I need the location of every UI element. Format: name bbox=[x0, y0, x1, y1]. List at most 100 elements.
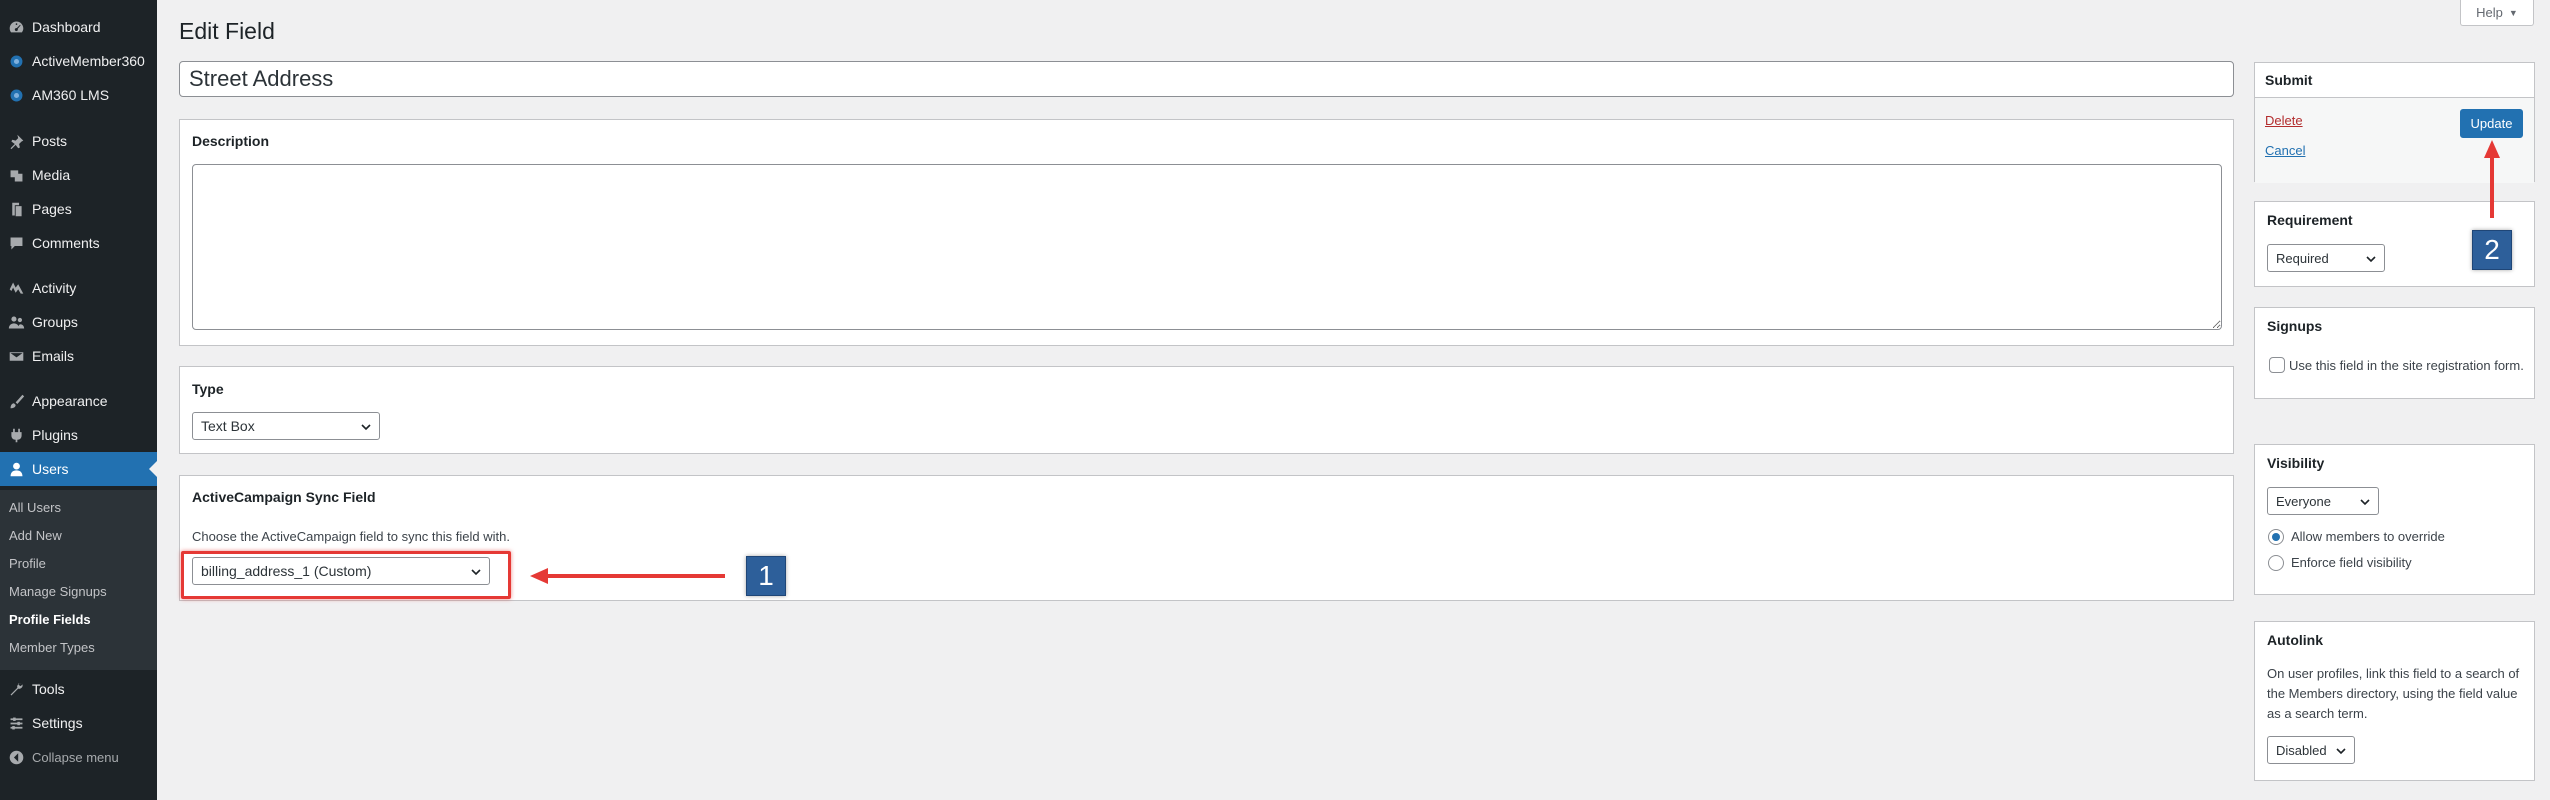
description-title: Description bbox=[192, 133, 270, 149]
field-name-input[interactable] bbox=[179, 61, 2234, 97]
sidebar-item-label: ActiveMember360 bbox=[32, 53, 145, 69]
sidebar-item-settings[interactable]: Settings bbox=[0, 706, 157, 740]
sidebar-item-label: Users bbox=[32, 461, 69, 477]
autolink-value: Disabled bbox=[2276, 742, 2327, 758]
sidebar-item-dashboard[interactable]: Dashboard bbox=[0, 10, 157, 44]
page-title: Edit Field bbox=[179, 18, 275, 44]
field-type-value: Text Box bbox=[201, 418, 255, 434]
email-icon bbox=[0, 348, 32, 365]
submenu-item-manage-signups[interactable]: Manage Signups bbox=[9, 584, 107, 599]
sidebar-item-tools[interactable]: Tools bbox=[0, 672, 157, 706]
pin-icon bbox=[0, 133, 32, 150]
sidebar-item-users[interactable]: Users bbox=[0, 452, 157, 486]
sidebar-item-label: Tools bbox=[32, 681, 65, 697]
visibility-box: Visibility Everyone Allow members to ove… bbox=[2254, 444, 2535, 595]
sidebar-item-groups[interactable]: Groups bbox=[0, 305, 157, 339]
annotation-callout-1: 1 bbox=[746, 556, 786, 596]
sidebar-item-label: Plugins bbox=[32, 427, 78, 443]
annotation-highlight-box bbox=[181, 551, 511, 599]
chevron-down-icon bbox=[2336, 748, 2346, 755]
description-textarea[interactable] bbox=[192, 164, 2222, 330]
registration-checkbox-label: Use this field in the site registration … bbox=[2289, 358, 2524, 373]
user-icon bbox=[0, 461, 32, 478]
sidebar-item-label: Comments bbox=[32, 235, 100, 251]
submenu-item-add-new[interactable]: Add New bbox=[9, 528, 62, 543]
activecampaign-title: ActiveCampaign Sync Field bbox=[192, 489, 376, 505]
submenu-item-profile-fields[interactable]: Profile Fields bbox=[9, 612, 91, 627]
sidebar-item-label: AM360 LMS bbox=[32, 87, 110, 103]
submit-title: Submit bbox=[2265, 72, 2313, 88]
autolink-select[interactable]: Disabled bbox=[2267, 736, 2355, 764]
visibility-value: Everyone bbox=[2276, 493, 2331, 509]
autolink-box: Autolink On user profiles, link this fie… bbox=[2254, 621, 2535, 781]
collapse-icon bbox=[0, 749, 32, 766]
activity-icon bbox=[0, 280, 32, 297]
type-title: Type bbox=[192, 381, 224, 397]
chevron-down-icon bbox=[361, 424, 371, 431]
update-button[interactable]: Update bbox=[2460, 109, 2523, 138]
description-box: Description bbox=[179, 119, 2234, 346]
sidebar-item-media[interactable]: Media bbox=[0, 158, 157, 192]
enforce-visibility-radio[interactable] bbox=[2268, 555, 2284, 571]
visibility-title: Visibility bbox=[2267, 455, 2325, 471]
sidebar-item-plugins[interactable]: Plugins bbox=[0, 418, 157, 452]
submenu-item-all-users[interactable]: All Users bbox=[9, 500, 61, 515]
field-type-select[interactable]: Text Box bbox=[192, 412, 380, 440]
comment-icon bbox=[0, 235, 32, 252]
lms-icon bbox=[0, 87, 32, 104]
sidebar-item-label: Groups bbox=[32, 314, 78, 330]
sidebar-item-activemember360[interactable]: ActiveMember360 bbox=[0, 44, 157, 78]
collapse-menu-button[interactable]: Collapse menu bbox=[0, 740, 157, 774]
sidebar-item-appearance[interactable]: Appearance bbox=[0, 384, 157, 418]
autolink-title: Autolink bbox=[2267, 632, 2323, 648]
brush-icon bbox=[0, 393, 32, 410]
sidebar-item-am360-lms[interactable]: AM360 LMS bbox=[0, 78, 157, 112]
activemember-icon bbox=[0, 53, 32, 70]
settings-icon bbox=[0, 715, 32, 732]
plugin-icon bbox=[0, 427, 32, 444]
activecampaign-help: Choose the ActiveCampaign field to sync … bbox=[192, 529, 510, 544]
sidebar-item-label: Media bbox=[32, 167, 71, 183]
sidebar-item-label: Emails bbox=[32, 348, 75, 364]
dashboard-icon bbox=[0, 19, 32, 36]
media-icon bbox=[0, 167, 32, 184]
admin-sidebar: Dashboard ActiveMember360 AM360 LMS Post… bbox=[0, 0, 157, 800]
groups-icon bbox=[0, 314, 32, 331]
allow-override-radio[interactable] bbox=[2268, 529, 2284, 545]
submit-header: Submit bbox=[2255, 63, 2534, 98]
requirement-value: Required bbox=[2276, 250, 2329, 266]
sidebar-item-emails[interactable]: Emails bbox=[0, 339, 157, 373]
pages-icon bbox=[0, 201, 32, 218]
sidebar-item-pages[interactable]: Pages bbox=[0, 192, 157, 226]
sidebar-item-comments[interactable]: Comments bbox=[0, 226, 157, 260]
submenu-item-profile[interactable]: Profile bbox=[9, 556, 46, 571]
type-box: Type Text Box bbox=[179, 366, 2234, 454]
help-tab-button[interactable]: Help ▼ bbox=[2460, 0, 2534, 26]
collapse-label: Collapse menu bbox=[32, 749, 119, 765]
sidebar-item-posts[interactable]: Posts bbox=[0, 124, 157, 158]
delete-link[interactable]: Delete bbox=[2265, 113, 2303, 128]
chevron-down-icon bbox=[2360, 499, 2370, 506]
current-indicator bbox=[149, 461, 157, 477]
allow-override-label: Allow members to override bbox=[2291, 529, 2445, 544]
signups-title: Signups bbox=[2267, 318, 2323, 334]
caret-down-icon: ▼ bbox=[2508, 7, 2518, 18]
requirement-title: Requirement bbox=[2267, 212, 2353, 228]
chevron-down-icon bbox=[2366, 256, 2376, 263]
visibility-select[interactable]: Everyone bbox=[2267, 487, 2379, 515]
sidebar-item-label: Dashboard bbox=[32, 19, 101, 35]
autolink-description: On user profiles, link this field to a s… bbox=[2267, 666, 2520, 721]
sidebar-item-activity[interactable]: Activity bbox=[0, 271, 157, 305]
sidebar-item-label: Posts bbox=[32, 133, 68, 149]
annotation-callout-2: 2 bbox=[2472, 230, 2512, 270]
sidebar-item-label: Activity bbox=[32, 280, 77, 296]
help-label: Help bbox=[2476, 5, 2503, 20]
sidebar-item-label: Pages bbox=[32, 201, 72, 217]
sidebar-item-label: Appearance bbox=[32, 393, 108, 409]
requirement-select[interactable]: Required bbox=[2267, 244, 2385, 272]
wrench-icon bbox=[0, 681, 32, 698]
submenu-item-member-types[interactable]: Member Types bbox=[9, 640, 95, 655]
enforce-visibility-label: Enforce field visibility bbox=[2291, 555, 2412, 570]
signups-box: Signups Use this field in the site regis… bbox=[2254, 307, 2535, 399]
cancel-link[interactable]: Cancel bbox=[2265, 143, 2305, 158]
